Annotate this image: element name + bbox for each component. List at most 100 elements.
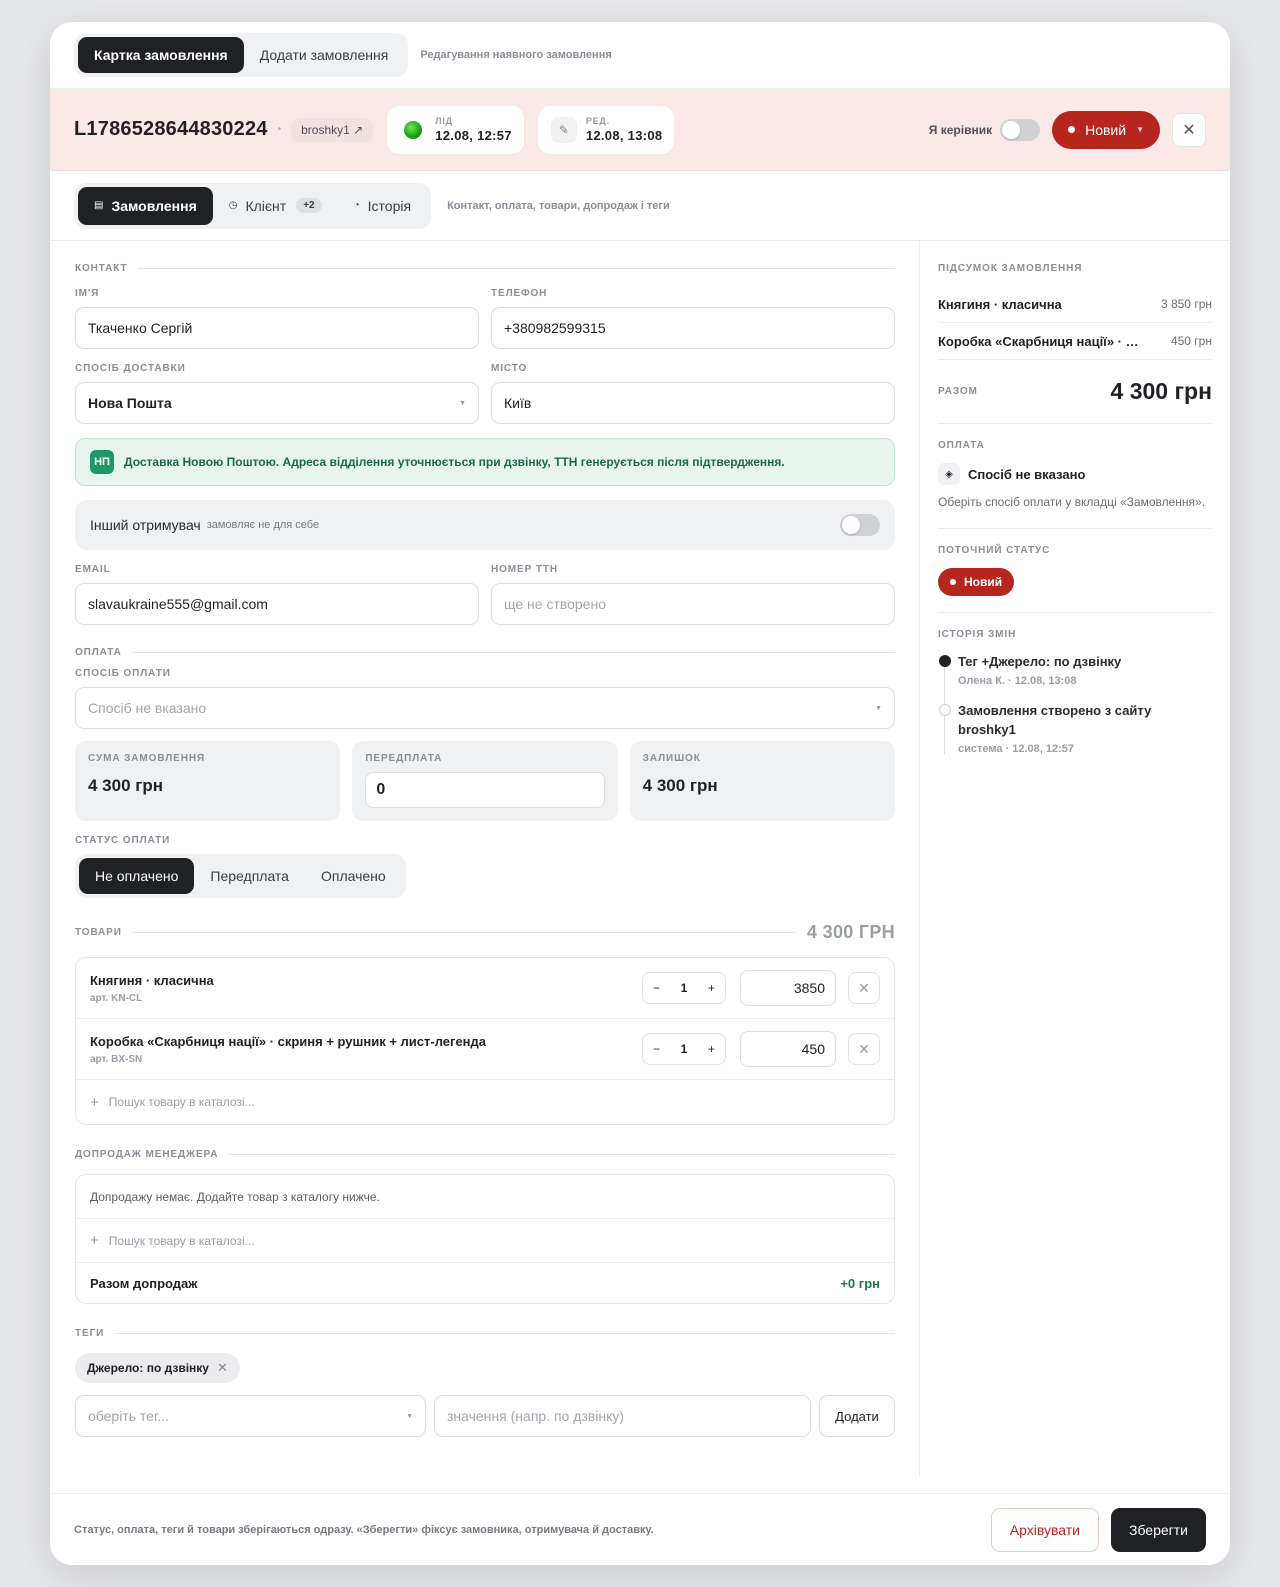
payment-method-select[interactable]: Спосіб не вказано ▼ bbox=[75, 687, 895, 729]
city-input[interactable]: Київ bbox=[491, 382, 895, 424]
status-dot-icon bbox=[950, 579, 956, 585]
external-link-icon: ↗ bbox=[353, 122, 364, 137]
nova-poshta-note: НП Доставка Новою Поштою. Адреса відділе… bbox=[75, 438, 895, 486]
section-tags: ТЕГИ bbox=[75, 1328, 895, 1339]
nova-poshta-logo-icon: НП bbox=[90, 450, 114, 474]
status-dropdown[interactable]: Новий ▼ bbox=[1052, 110, 1160, 149]
goods-item-name: Княгиня · класична bbox=[90, 972, 214, 988]
goods-search-placeholder: Пошук товару в каталозі... bbox=[108, 1095, 255, 1109]
delivery-select[interactable]: Нова Пошта ▼ bbox=[75, 382, 479, 424]
tag-select[interactable]: оберіть тег... ▼ bbox=[75, 1395, 426, 1437]
quantity-value[interactable]: 1 bbox=[681, 981, 688, 995]
summary-total-label: РАЗОМ bbox=[938, 386, 978, 397]
quantity-value[interactable]: 1 bbox=[681, 1042, 688, 1056]
diamond-icon: ◈ bbox=[938, 463, 960, 485]
archive-button[interactable]: Архівувати bbox=[990, 1507, 1099, 1552]
rest-card: ЗАЛИШОК 4 300 грн bbox=[629, 741, 895, 821]
section-upsell-title: ДОПРОДАЖ МЕНЕДЖЕРА bbox=[75, 1149, 219, 1160]
ttn-input[interactable]: ще не створено bbox=[491, 583, 895, 625]
summary-payment-method: Спосіб не вказано bbox=[968, 466, 1086, 482]
tab-add-order[interactable]: Додати замовлення bbox=[244, 37, 405, 73]
plus-icon[interactable]: + bbox=[708, 1042, 715, 1056]
summary-status-title: ПОТОЧНИЙ СТАТУС bbox=[938, 545, 1051, 556]
name-input[interactable]: Ткаченко Сергій bbox=[75, 307, 479, 349]
order-summary-sidebar: ПІДСУМОК ЗАМОВЛЕННЯ Княгиня · класична 3 … bbox=[920, 241, 1230, 1476]
section-payment-title: ОПЛАТА bbox=[75, 647, 122, 658]
delivery-label: СПОСІБ ДОСТАВКИ bbox=[75, 363, 186, 374]
source-link[interactable]: broshky1 ↗ bbox=[291, 117, 374, 142]
close-icon: ✕ bbox=[858, 1040, 870, 1057]
goods-item-sku: арт. BX-SN bbox=[90, 1053, 143, 1065]
add-tag-button[interactable]: Додати bbox=[819, 1395, 895, 1437]
chevron-down-icon: ▼ bbox=[875, 704, 882, 712]
tabs-hint: Контакт, оплата, товари, допродаж і теги bbox=[447, 199, 670, 212]
close-button[interactable]: ✕ bbox=[1172, 112, 1206, 147]
summary-total: РАЗОМ 4 300 грн bbox=[938, 360, 1212, 424]
section-upsell: ДОПРОДАЖ МЕНЕДЖЕРА bbox=[75, 1149, 895, 1160]
manager-toggle[interactable] bbox=[1000, 118, 1041, 141]
upsell-total-label: Разом допродаж bbox=[90, 1275, 198, 1291]
rest-value: 4 300 грн bbox=[642, 776, 718, 795]
remove-item-button[interactable]: ✕ bbox=[848, 1033, 880, 1065]
payment-status-paid[interactable]: Оплачено bbox=[305, 858, 402, 894]
payment-status-unpaid[interactable]: Не оплачено bbox=[79, 858, 195, 894]
city-label: МІСТО bbox=[491, 363, 528, 374]
other-recipient-sub: замовляє не для себе bbox=[206, 519, 320, 531]
plus-icon: + bbox=[90, 1093, 99, 1111]
payment-status-label: СТАТУС ОПЛАТИ bbox=[75, 835, 171, 846]
tab-order-label: Замовлення bbox=[111, 197, 197, 214]
tab-history[interactable]: ◔ Історія bbox=[338, 187, 427, 225]
goods-item: Княгиня · класична арт. KN-CL − 1 + 3850 ✕ bbox=[76, 958, 894, 1019]
remove-tag-icon[interactable]: ✕ bbox=[217, 1360, 228, 1376]
prepay-card: ПЕРЕДПЛАТА 0 bbox=[352, 741, 618, 821]
ttn-label: НОМЕР ТТН bbox=[491, 564, 558, 575]
save-button[interactable]: Зберегти bbox=[1110, 1507, 1206, 1552]
history-event: Тег +Джерело: по дзвінку Олена К. · 12.0… bbox=[939, 652, 1212, 687]
email-input[interactable]: slavaukraine555@gmail.com bbox=[75, 583, 479, 625]
order-id: L1786528644830224 bbox=[74, 118, 268, 140]
upsell-total-row: Разом допродаж +0 грн bbox=[76, 1263, 894, 1303]
summary-total-value: 4 300 грн bbox=[1110, 378, 1212, 404]
minus-icon[interactable]: − bbox=[653, 981, 660, 995]
payment-status-switch: Не оплачено Передплата Оплачено bbox=[75, 854, 406, 898]
history-bullet-icon bbox=[939, 704, 951, 716]
plus-icon: + bbox=[90, 1232, 99, 1249]
manager-label: Я керівник bbox=[928, 122, 993, 137]
tab-order[interactable]: ▤ Замовлення bbox=[78, 186, 213, 225]
history-event-meta: Олена К. · 12.08, 13:08 bbox=[958, 675, 1077, 687]
section-goods: ТОВАРИ 4 300 ГРН bbox=[75, 922, 895, 943]
tag-value-input[interactable]: значення (напр. по дзвінку) bbox=[434, 1395, 811, 1437]
history-icon: ◔ bbox=[353, 200, 360, 211]
modal-body: КОНТАКТ ІМ'Я Ткаченко Сергій ТЕЛЕФОН +38… bbox=[50, 241, 1230, 1476]
phone-label: ТЕЛЕФОН bbox=[491, 288, 548, 299]
top-bar: Картка замовлення Додати замовлення Реда… bbox=[50, 22, 1230, 89]
remove-item-button[interactable]: ✕ bbox=[848, 972, 880, 1004]
upsell-search-input[interactable]: + Пошук товару в каталозі... bbox=[76, 1219, 894, 1263]
mode-hint: Редагування наявного замовлення bbox=[420, 49, 612, 61]
tab-client[interactable]: ◷ Клієнт +2 bbox=[213, 187, 338, 225]
plus-icon[interactable]: + bbox=[708, 981, 715, 995]
edit-time: 12.08, 13:08 bbox=[585, 128, 663, 143]
prepay-label: ПЕРЕДПЛАТА bbox=[365, 753, 443, 764]
payment-status-prepaid[interactable]: Передплата bbox=[194, 858, 305, 894]
section-contact-title: КОНТАКТ bbox=[75, 263, 128, 274]
price-input[interactable]: 3850 bbox=[740, 970, 836, 1006]
history-event: Замовлення створено з сайту broshky1 сис… bbox=[939, 701, 1212, 755]
upsell-empty: Допродажу немає. Додайте товар з каталог… bbox=[76, 1175, 894, 1219]
phone-input[interactable]: +380982599315 bbox=[491, 307, 895, 349]
footer-note: Статус, оплата, теги й товари зберігають… bbox=[74, 1523, 654, 1536]
chevron-down-icon: ▼ bbox=[406, 1412, 413, 1420]
prepay-input[interactable]: 0 bbox=[365, 772, 605, 808]
quantity-stepper: − 1 + bbox=[642, 1033, 726, 1065]
upsell-search-placeholder: Пошук товару в каталозі... bbox=[108, 1233, 255, 1248]
payment-summary: СУМА ЗАМОВЛЕННЯ 4 300 грн ПЕРЕДПЛАТА 0 З… bbox=[75, 741, 895, 821]
payment-method-placeholder: Спосіб не вказано bbox=[88, 700, 207, 716]
lead-card: ЛІД 12.08, 12:57 bbox=[387, 105, 524, 154]
goods-search-input[interactable]: + Пошук товару в каталозі... bbox=[76, 1080, 894, 1124]
other-recipient-toggle[interactable] bbox=[840, 514, 880, 536]
summary-payment-title: ОПЛАТА bbox=[938, 440, 985, 451]
minus-icon[interactable]: − bbox=[653, 1042, 660, 1056]
tab-order-card[interactable]: Картка замовлення bbox=[78, 37, 244, 73]
price-input[interactable]: 450 bbox=[740, 1031, 836, 1067]
client-badge: +2 bbox=[296, 198, 322, 213]
